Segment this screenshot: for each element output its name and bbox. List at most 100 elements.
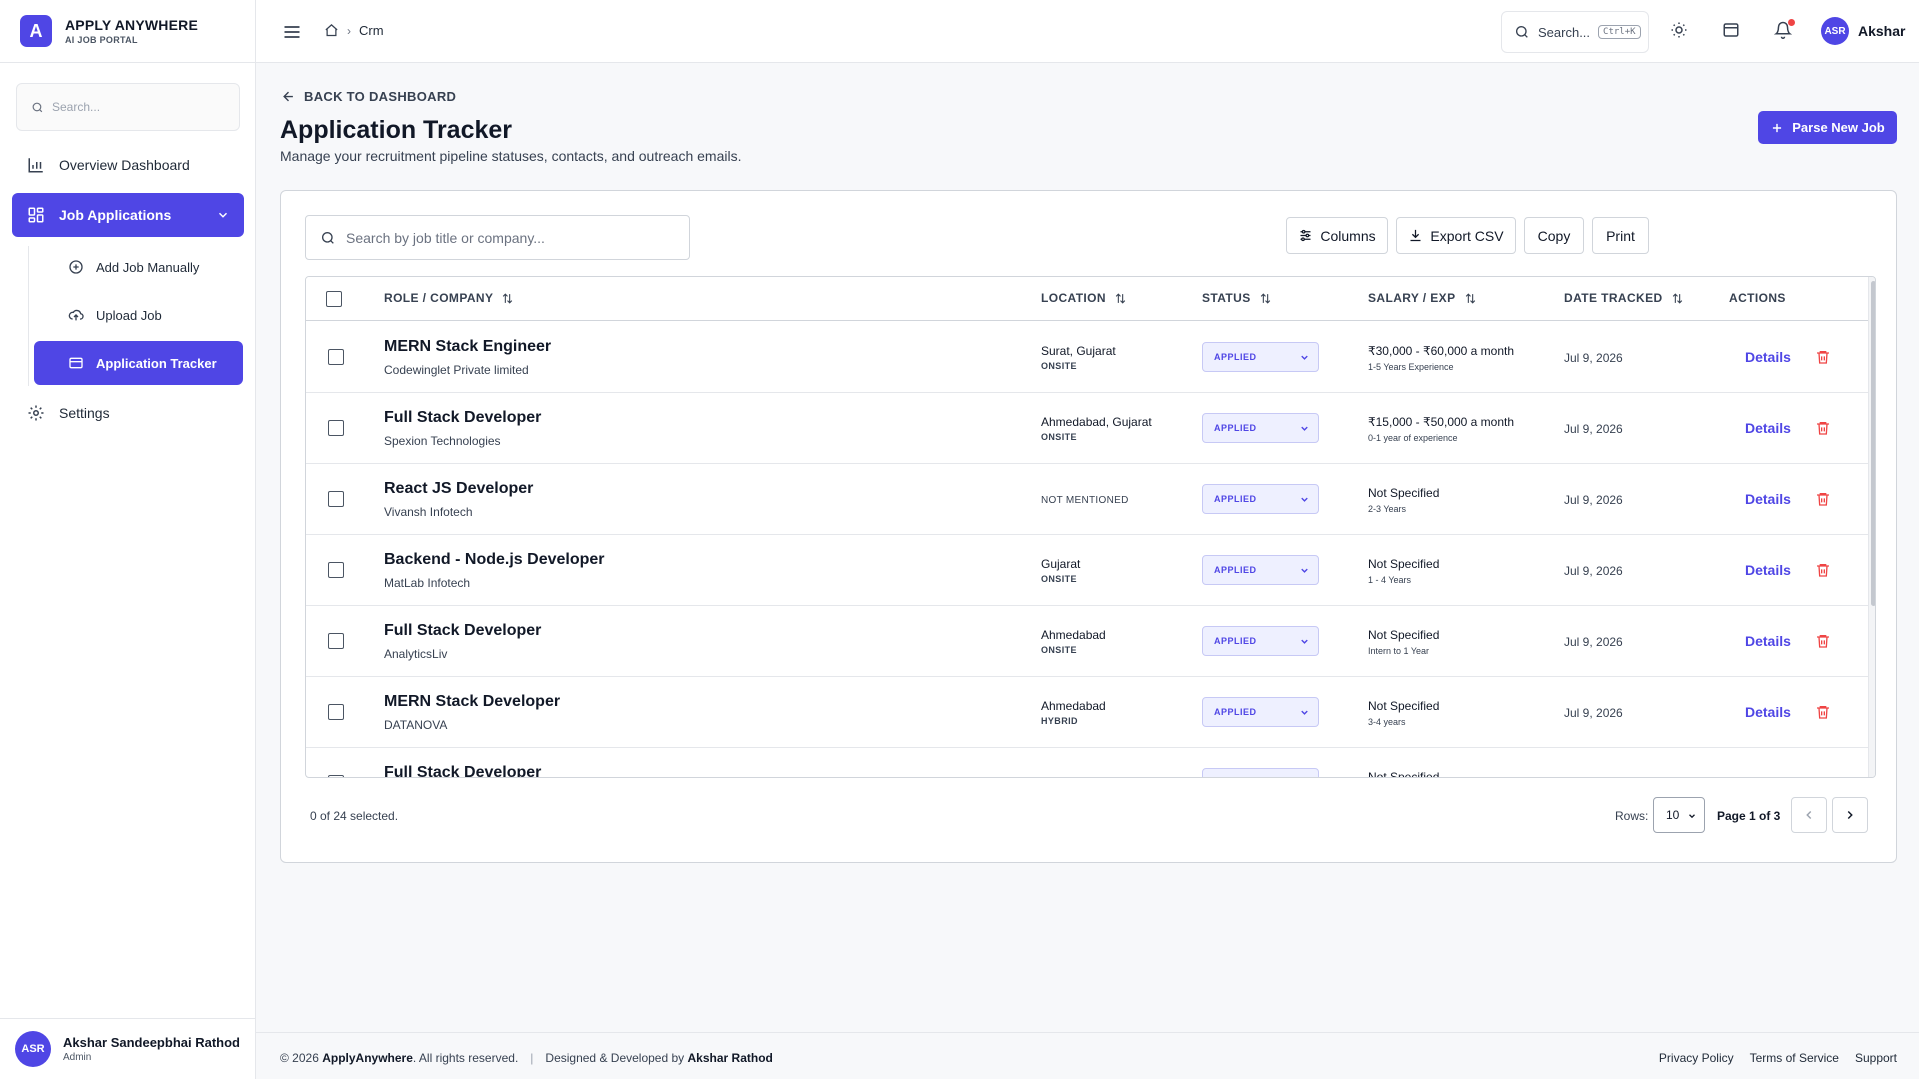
column-header-role[interactable]: ROLE / COMPANY <box>384 291 514 305</box>
salary: ₹15,000 - ₹50,000 a month <box>1368 415 1515 429</box>
status-value: APPLIED <box>1214 494 1257 504</box>
details-link[interactable]: Details <box>1745 349 1791 365</box>
sidebar-subitem-application-tracker[interactable]: Application Tracker <box>34 341 243 385</box>
job-role[interactable]: React JS Developer <box>384 480 533 498</box>
column-header-status[interactable]: STATUS <box>1202 291 1272 305</box>
copy-button[interactable]: Copy <box>1524 217 1584 254</box>
breadcrumb-separator-icon: › <box>347 23 351 38</box>
row-checkbox[interactable] <box>328 775 344 777</box>
delete-button[interactable] <box>1815 349 1831 365</box>
selection-count: 0 of 24 selected. <box>310 809 399 823</box>
table-search-input[interactable]: Search by job title or company... <box>305 215 690 260</box>
status-select[interactable]: APPLIED <box>1202 484 1319 514</box>
sidebar-item-settings[interactable]: Settings <box>12 391 244 435</box>
job-company: Vivansh Infotech <box>384 505 473 519</box>
brand[interactable]: A APPLY ANYWHERE AI JOB PORTAL <box>0 0 255 63</box>
sidebar-subitem-add-job-manually[interactable]: Add Job Manually <box>34 245 243 289</box>
sort-icon <box>1115 292 1126 304</box>
rows-per-page-select[interactable]: 10 <box>1653 797 1705 833</box>
job-role[interactable]: MERN Stack Engineer <box>384 338 551 356</box>
details-link[interactable]: Details <box>1745 633 1791 649</box>
status-select[interactable]: APPLIED <box>1202 413 1319 443</box>
details-link[interactable]: Details <box>1745 491 1791 507</box>
brand-subtitle: AI JOB PORTAL <box>65 35 138 45</box>
breadcrumb-current[interactable]: Crm <box>359 23 384 38</box>
previous-page-button[interactable] <box>1791 797 1827 833</box>
details-link[interactable]: Details <box>1745 562 1791 578</box>
next-page-button[interactable] <box>1832 797 1868 833</box>
sort-icon <box>1465 292 1475 304</box>
columns-label: Columns <box>1320 227 1376 244</box>
gear-icon <box>28 405 44 421</box>
page-subtitle: Manage your recruitment pipeline statuse… <box>280 148 742 164</box>
terms-of-service-link[interactable]: Terms of Service <box>1750 1051 1839 1065</box>
delete-button[interactable] <box>1815 420 1831 436</box>
column-header-salary[interactable]: SALARY / EXP <box>1368 291 1477 305</box>
scrollbar-thumb[interactable] <box>1871 281 1875 606</box>
status-select[interactable]: APPLIED <box>1202 555 1319 585</box>
search-icon <box>32 102 43 112</box>
theme-toggle-button[interactable] <box>1670 21 1688 39</box>
date-tracked: Jul 9, 2026 <box>1564 635 1623 649</box>
job-role[interactable]: Full Stack Developer <box>384 409 541 427</box>
parse-new-job-button[interactable]: Parse New Job <box>1758 111 1897 144</box>
columns-button[interactable]: Columns <box>1286 217 1388 254</box>
row-checkbox[interactable] <box>328 562 344 578</box>
column-header-label: DATE TRACKED <box>1564 291 1663 305</box>
delete-button[interactable] <box>1815 633 1831 649</box>
chevron-down-icon <box>218 212 228 218</box>
window-button[interactable] <box>1722 21 1740 39</box>
chevron-down-icon <box>1301 497 1308 502</box>
copy-label: Copy <box>1537 227 1571 244</box>
column-header-location[interactable]: LOCATION <box>1041 291 1127 305</box>
avatar: ASR <box>15 1031 51 1067</box>
job-location: Ahmedabad <box>1041 628 1106 642</box>
row-checkbox[interactable] <box>328 633 344 649</box>
details-link[interactable]: Details <box>1745 420 1791 436</box>
sidebar-subitem-upload-job[interactable]: Upload Job <box>34 293 243 337</box>
user-menu-button[interactable]: ASR Akshar <box>1821 17 1905 45</box>
delete-button[interactable] <box>1815 491 1831 507</box>
work-type: ONSITE <box>1041 574 1077 584</box>
menu-toggle-button[interactable] <box>282 22 302 42</box>
sidebar-user-profile[interactable]: ASR Akshar Sandeepbhai Rathod Admin <box>0 1018 256 1079</box>
status-value: APPLIED <box>1214 636 1257 646</box>
export-csv-button[interactable]: Export CSV <box>1396 217 1516 254</box>
user-name: Akshar Sandeepbhai Rathod <box>63 1035 240 1050</box>
delete-button[interactable] <box>1815 562 1831 578</box>
column-header-date[interactable]: DATE TRACKED <box>1564 291 1684 305</box>
home-icon[interactable] <box>324 23 339 38</box>
search-icon <box>1516 26 1528 38</box>
trash-icon <box>1815 775 1831 778</box>
credit-prefix: Designed & Developed by <box>545 1051 685 1065</box>
sidebar-item-job-applications[interactable]: Job Applications <box>12 193 244 237</box>
row-checkbox[interactable] <box>328 349 344 365</box>
row-checkbox[interactable] <box>328 420 344 436</box>
delete-button[interactable] <box>1815 775 1831 778</box>
privacy-policy-link[interactable]: Privacy Policy <box>1659 1051 1734 1065</box>
support-link[interactable]: Support <box>1855 1051 1897 1065</box>
select-all-checkbox[interactable] <box>326 291 342 307</box>
sidebar-search-input[interactable]: Search... <box>16 83 240 131</box>
row-checkbox[interactable] <box>328 491 344 507</box>
job-role[interactable]: Full Stack Developer <box>384 622 541 640</box>
job-role[interactable]: Full Stack Developer <box>384 764 541 777</box>
date-tracked: Jul 9, 2026 <box>1564 493 1623 507</box>
status-select[interactable] <box>1202 768 1319 777</box>
job-role[interactable]: MERN Stack Developer <box>384 693 560 711</box>
delete-button[interactable] <box>1815 704 1831 720</box>
details-link[interactable]: Details <box>1745 704 1791 720</box>
sidebar-item-overview-dashboard[interactable]: Overview Dashboard <box>12 143 244 187</box>
status-select[interactable]: APPLIED <box>1202 697 1319 727</box>
status-select[interactable]: APPLIED <box>1202 342 1319 372</box>
experience: 1-5 Years Experience <box>1368 362 1454 372</box>
footer: © 2026 ApplyAnywhere. All rights reserve… <box>256 1032 1919 1079</box>
table-scrollbar[interactable] <box>1868 277 1875 777</box>
row-checkbox[interactable] <box>328 704 344 720</box>
print-button[interactable]: Print <box>1592 217 1649 254</box>
status-select[interactable]: APPLIED <box>1202 626 1319 656</box>
job-role[interactable]: Backend - Node.js Developer <box>384 551 605 569</box>
work-type: HYBRID <box>1041 716 1078 726</box>
back-to-dashboard-link[interactable]: BACK TO DASHBOARD <box>281 89 456 104</box>
global-search-button[interactable]: Search... Ctrl+K <box>1501 11 1649 53</box>
